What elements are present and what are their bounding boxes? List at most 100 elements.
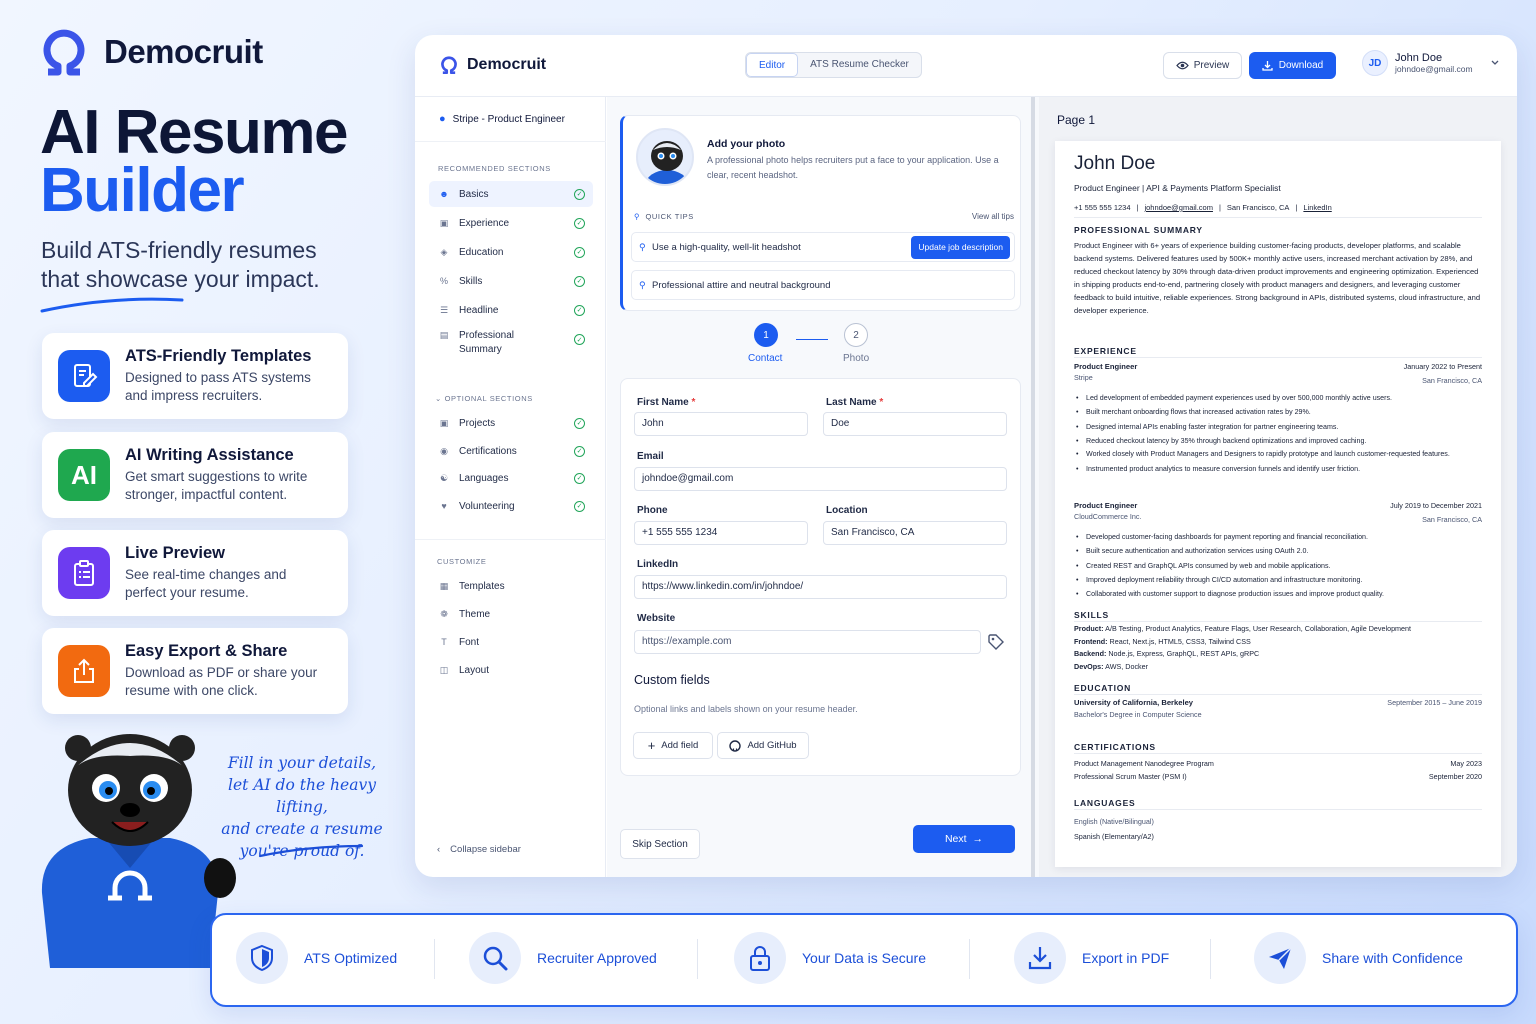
resume-page: John Doe Product Engineer | API & Paymen… xyxy=(1055,141,1501,867)
sidebar-item-languages[interactable]: ☯ Languages ✓ xyxy=(429,465,593,491)
search-icon xyxy=(469,932,521,984)
app-brand[interactable]: Democruit xyxy=(439,55,546,75)
check-icon: ✓ xyxy=(574,246,585,258)
graduation-cap-icon: ◈ xyxy=(440,246,448,257)
list-item: Led development of embedded payment expe… xyxy=(1076,391,1484,406)
optional-heading[interactable]: ⌄ OPTIONAL SECTIONS xyxy=(435,394,533,403)
last-name-field[interactable]: Doe xyxy=(823,412,1007,436)
sidebar-item-label: Education xyxy=(459,246,504,258)
preview-button[interactable]: Preview xyxy=(1163,52,1242,79)
first-name-field[interactable]: John xyxy=(634,412,808,436)
feature-desc: Get smart suggestions to write stronger,… xyxy=(125,469,308,502)
custom-fields-title: Custom fields xyxy=(634,673,710,687)
sidebar-item-professional-summary[interactable]: ▤ Professional Summary ✓ xyxy=(429,326,593,358)
editor-scrollbar[interactable] xyxy=(1031,97,1035,877)
tab-ats-checker[interactable]: ATS Resume Checker xyxy=(798,53,921,77)
resume-linkedin-link[interactable]: LinkedIn xyxy=(1303,203,1331,212)
optional-heading-label: OPTIONAL SECTIONS xyxy=(444,394,533,403)
app-window: Democruit Editor ATS Resume Checker Prev… xyxy=(415,35,1517,877)
divider xyxy=(1074,357,1482,358)
sidebar-item-label: Certifications xyxy=(459,445,517,457)
download-icon xyxy=(1262,61,1273,71)
check-icon: ✓ xyxy=(574,304,585,316)
job-dates: July 2019 to December 2021 xyxy=(1390,501,1482,510)
job-target[interactable]: ● Stripe - Product Engineer xyxy=(439,113,565,125)
sidebar-item-label: Templates xyxy=(459,580,505,592)
location-field[interactable]: San Francisco, CA xyxy=(823,521,1007,545)
job-bullets: Led development of embedded payment expe… xyxy=(1076,391,1484,477)
arrow-right-icon: → xyxy=(972,833,984,845)
job-company: Stripe xyxy=(1074,373,1093,382)
section-heading-education: EDUCATION xyxy=(1074,683,1132,693)
language-row: English (Native/Bilingual) xyxy=(1074,817,1154,826)
linkedin-field[interactable]: https://www.linkedin.com/in/johndoe/ xyxy=(634,575,1007,599)
trust-item-secure: Your Data is Secure xyxy=(734,932,926,984)
sidebar-item-theme[interactable]: ❁ Theme xyxy=(429,601,593,627)
tip-item: ⚲ Professional attire and neutral backgr… xyxy=(631,270,1015,300)
phone-label: Phone xyxy=(637,505,668,516)
add-field-button[interactable]: + Add field xyxy=(633,732,713,759)
trust-item-export: Export in PDF xyxy=(1014,932,1169,984)
sidebar-item-skills[interactable]: % Skills ✓ xyxy=(429,268,593,294)
sidebar-item-headline[interactable]: ☰ Headline ✓ xyxy=(429,297,593,323)
translate-icon: ☯ xyxy=(439,472,449,483)
skip-section-button[interactable]: Skip Section xyxy=(620,829,700,859)
skills-list: Product: A/B Testing, Product Analytics,… xyxy=(1074,623,1411,673)
photo-card: Add your photo A professional photo help… xyxy=(620,115,1021,311)
divider xyxy=(434,939,435,979)
collapse-sidebar-button[interactable]: ‹ Collapse sidebar xyxy=(437,844,521,855)
sidebar-item-layout[interactable]: ◫ Layout xyxy=(429,657,593,683)
tab-editor[interactable]: Editor xyxy=(746,53,799,77)
job-target-label: Stripe - Product Engineer xyxy=(452,113,565,125)
section-heading-certifications: CERTIFICATIONS xyxy=(1074,742,1156,752)
democruit-logo-icon xyxy=(43,29,85,76)
divider xyxy=(697,939,698,979)
sidebar-item-education[interactable]: ◈ Education ✓ xyxy=(429,239,593,265)
clipboard-icon xyxy=(58,547,110,599)
chevron-left-icon: ‹ xyxy=(437,844,441,855)
education-dates: September 2015 – June 2019 xyxy=(1387,698,1482,707)
step-1-dot[interactable]: 1 xyxy=(754,323,778,347)
preview-label: Preview xyxy=(1193,60,1230,71)
trust-item-label: Recruiter Approved xyxy=(537,950,657,966)
view-all-tips-link[interactable]: View all tips xyxy=(972,212,1014,221)
app-topbar: Democruit Editor ATS Resume Checker Prev… xyxy=(415,35,1517,97)
sidebar-item-volunteering[interactable]: ♥ Volunteering ✓ xyxy=(429,493,593,519)
update-job-description-button[interactable]: Update job description xyxy=(911,236,1010,259)
feature-desc: Designed to pass ATS systems and impress… xyxy=(125,370,311,403)
sidebar-item-experience[interactable]: ▣ Experience ✓ xyxy=(429,210,593,236)
next-button[interactable]: Next → xyxy=(913,825,1015,853)
mode-tabs: Editor ATS Resume Checker xyxy=(745,52,922,78)
avatar[interactable] xyxy=(636,128,694,186)
check-icon: ✓ xyxy=(574,500,585,512)
sidebar-item-label: Layout xyxy=(459,664,490,676)
skill-row: DevOps: AWS, Docker xyxy=(1074,661,1149,671)
share-upload-icon xyxy=(58,645,110,697)
check-icon: ✓ xyxy=(574,217,585,229)
add-github-button[interactable]: Add GitHub xyxy=(717,732,809,759)
sidebar-item-templates[interactable]: ▦ Templates xyxy=(429,573,593,599)
sidebar-item-font[interactable]: T Font xyxy=(429,629,593,655)
tag-icon[interactable] xyxy=(987,633,1005,651)
phone-field[interactable]: +1 555 555 1234 xyxy=(634,521,808,545)
palette-icon: ❁ xyxy=(440,608,448,619)
step-2-label: Photo xyxy=(843,353,870,364)
sidebar-item-projects[interactable]: ▣ Projects ✓ xyxy=(429,410,593,436)
sidebar-item-basics[interactable]: ☻ Basics ✓ xyxy=(429,181,593,207)
sidebar-item-label: Basics xyxy=(459,188,489,200)
last-name-label: Last Name * xyxy=(826,397,884,408)
user-menu[interactable]: JD John Doe johndoe@gmail.com xyxy=(1362,50,1502,76)
job-dates: January 2022 to Present xyxy=(1403,362,1482,371)
download-button[interactable]: Download xyxy=(1249,52,1336,79)
sidebar-item-label: Volunteering xyxy=(459,500,515,512)
email-field[interactable]: johndoe@gmail.com xyxy=(634,467,1007,491)
step-2-dot[interactable]: 2 xyxy=(844,323,868,347)
website-field[interactable]: https://example.com xyxy=(634,630,981,654)
shield-check-icon xyxy=(236,932,288,984)
divider xyxy=(969,939,970,979)
lightbulb-icon: ⚲ xyxy=(639,279,646,290)
resume-email-link[interactable]: johndoe@gmail.com xyxy=(1144,203,1212,212)
send-icon xyxy=(1254,932,1306,984)
tip-text: Professional attire and neutral backgrou… xyxy=(652,279,831,291)
sidebar-item-certifications[interactable]: ◉ Certifications ✓ xyxy=(429,438,593,464)
